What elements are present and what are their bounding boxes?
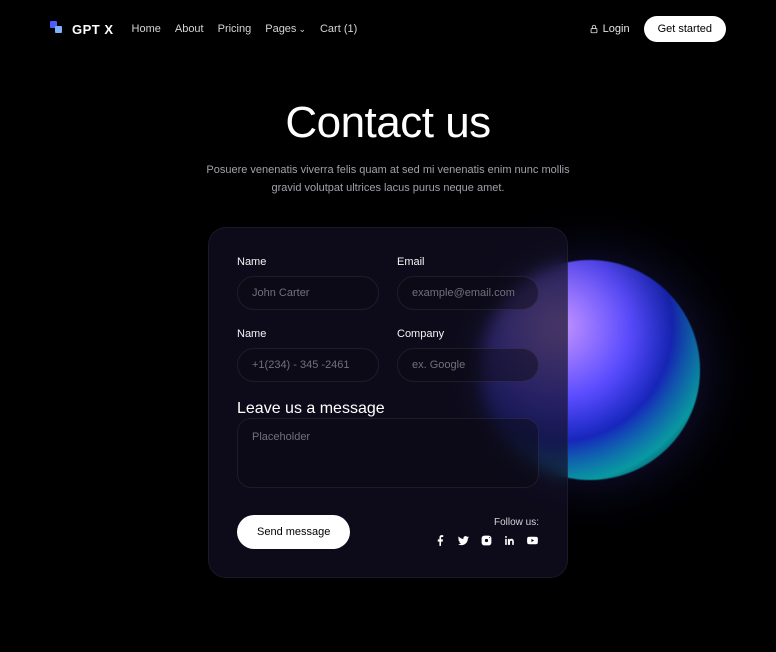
youtube-icon[interactable] — [526, 534, 539, 547]
phone-field-group: Name — [237, 328, 379, 382]
logo-icon — [50, 21, 66, 37]
main-nav: Home About Pricing Pages ⌄ Cart (1) — [132, 23, 358, 35]
name-input[interactable] — [237, 276, 379, 310]
name-field-group: Name — [237, 256, 379, 310]
nav-pages-label: Pages — [265, 23, 296, 35]
contact-form-card: Name Email Name Company Leave us a messa… — [208, 227, 568, 578]
message-input[interactable] — [237, 418, 539, 488]
nav-about[interactable]: About — [175, 23, 204, 35]
nav-home[interactable]: Home — [132, 23, 161, 35]
facebook-icon[interactable] — [434, 534, 447, 547]
company-input[interactable] — [397, 348, 539, 382]
chevron-down-icon: ⌄ — [298, 24, 306, 35]
send-message-button[interactable]: Send message — [237, 515, 350, 549]
message-field-group: Leave us a message — [237, 400, 539, 493]
hero-section: Contact us Posuere venenatis viverra fel… — [0, 98, 776, 197]
brand-logo[interactable]: GPT X — [50, 21, 114, 37]
instagram-icon[interactable] — [480, 534, 493, 547]
message-label: Leave us a message — [237, 400, 385, 417]
form-footer: Send message Follow us: — [237, 515, 539, 549]
header-right: Login Get started — [589, 16, 726, 42]
email-label: Email — [397, 256, 539, 268]
page-subtitle: Posuere venenatis viverra felis quam at … — [198, 162, 578, 197]
follow-block: Follow us: — [434, 517, 539, 547]
page-title: Contact us — [0, 98, 776, 148]
phone-input[interactable] — [237, 348, 379, 382]
nav-pages[interactable]: Pages ⌄ — [265, 23, 306, 35]
follow-label: Follow us: — [434, 517, 539, 528]
company-label: Company — [397, 328, 539, 340]
nav-cart[interactable]: Cart (1) — [320, 23, 357, 35]
brand-name: GPT X — [72, 22, 114, 37]
header-left: GPT X Home About Pricing Pages ⌄ Cart (1… — [50, 21, 357, 37]
login-link[interactable]: Login — [589, 23, 630, 35]
company-field-group: Company — [397, 328, 539, 382]
name-label: Name — [237, 256, 379, 268]
page-header: GPT X Home About Pricing Pages ⌄ Cart (1… — [0, 0, 776, 58]
lock-icon — [589, 23, 599, 35]
phone-label: Name — [237, 328, 379, 340]
social-links — [434, 534, 539, 547]
linkedin-icon[interactable] — [503, 534, 516, 547]
twitter-icon[interactable] — [457, 534, 470, 547]
email-input[interactable] — [397, 276, 539, 310]
get-started-button[interactable]: Get started — [644, 16, 726, 42]
login-label: Login — [603, 23, 630, 35]
nav-pricing[interactable]: Pricing — [218, 23, 252, 35]
email-field-group: Email — [397, 256, 539, 310]
